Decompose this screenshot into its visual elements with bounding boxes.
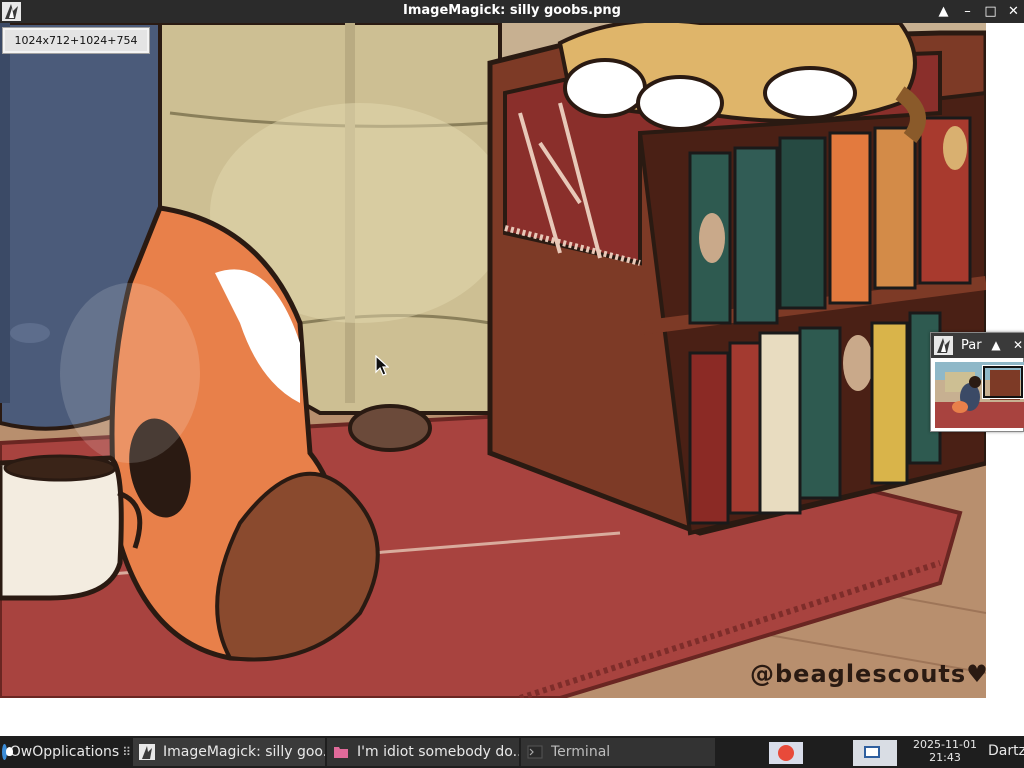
pan-window-titlebar[interactable]: Par ▲ ✕	[931, 333, 1024, 358]
artist-watermark: @beaglescouts♥	[750, 660, 989, 688]
applications-menu-button[interactable]: OwOpplications ⠿	[0, 736, 131, 768]
task-label: Terminal	[551, 744, 611, 760]
minimize-button[interactable]: –	[956, 0, 979, 23]
task-terminal[interactable]: Terminal	[521, 738, 715, 766]
task-imagemagick[interactable]: ImageMagick: silly goo...	[133, 738, 325, 766]
pan-shade-button[interactable]: ▲	[987, 335, 1005, 355]
imagemagick-wizard-icon	[934, 336, 953, 355]
pan-window[interactable]: Par ▲ ✕	[930, 332, 1024, 432]
window-titlebar[interactable]: ImageMagick: silly goobs.png ▲ – □ ✕	[0, 0, 1024, 23]
pan-close-button[interactable]: ✕	[1009, 335, 1024, 355]
mouse-cursor-icon	[375, 355, 389, 376]
task-label: I'm idiot somebody do...	[357, 744, 519, 760]
image-viewport[interactable]	[0, 23, 986, 698]
start-menu-icon	[2, 744, 13, 760]
tray-window-switcher[interactable]	[853, 740, 897, 766]
watermark-text: @beaglescouts	[750, 660, 967, 688]
heart-icon: ♥	[966, 660, 989, 688]
clock[interactable]: 2025-11-01 21:43	[905, 738, 985, 764]
geometry-readout: 1024x712+1024+754	[2, 27, 150, 54]
tray-app-indicator[interactable]	[769, 742, 803, 764]
close-button[interactable]: ✕	[1002, 0, 1024, 23]
artwork-image	[0, 23, 986, 698]
folder-pink-icon	[334, 747, 348, 758]
pan-viewport-rectangle[interactable]	[982, 365, 1024, 399]
shade-button[interactable]: ▲	[932, 0, 955, 23]
imagemagick-wizard-icon	[139, 744, 155, 760]
window-title: ImageMagick: silly goobs.png	[403, 3, 621, 18]
power-icon	[778, 745, 794, 761]
clock-time: 21:43	[929, 751, 961, 764]
pan-window-title: Par	[961, 338, 982, 353]
maximize-button[interactable]: □	[979, 0, 1002, 23]
clock-date: 2025-11-01	[913, 738, 977, 751]
task-file-manager[interactable]: I'm idiot somebody do...	[327, 738, 519, 766]
taskbar: OwOpplications ⠿ ImageMagick: silly goo.…	[0, 736, 1024, 768]
terminal-icon	[527, 745, 543, 759]
task-label: ImageMagick: silly goo...	[163, 744, 325, 760]
applications-menu-label: OwOpplications	[9, 744, 120, 760]
viewport-padding-bottom	[0, 698, 1024, 736]
menu-grip-icon: ⠿	[122, 745, 131, 759]
user-name[interactable]: Dartz	[988, 743, 1024, 759]
window-list-icon	[864, 746, 880, 758]
